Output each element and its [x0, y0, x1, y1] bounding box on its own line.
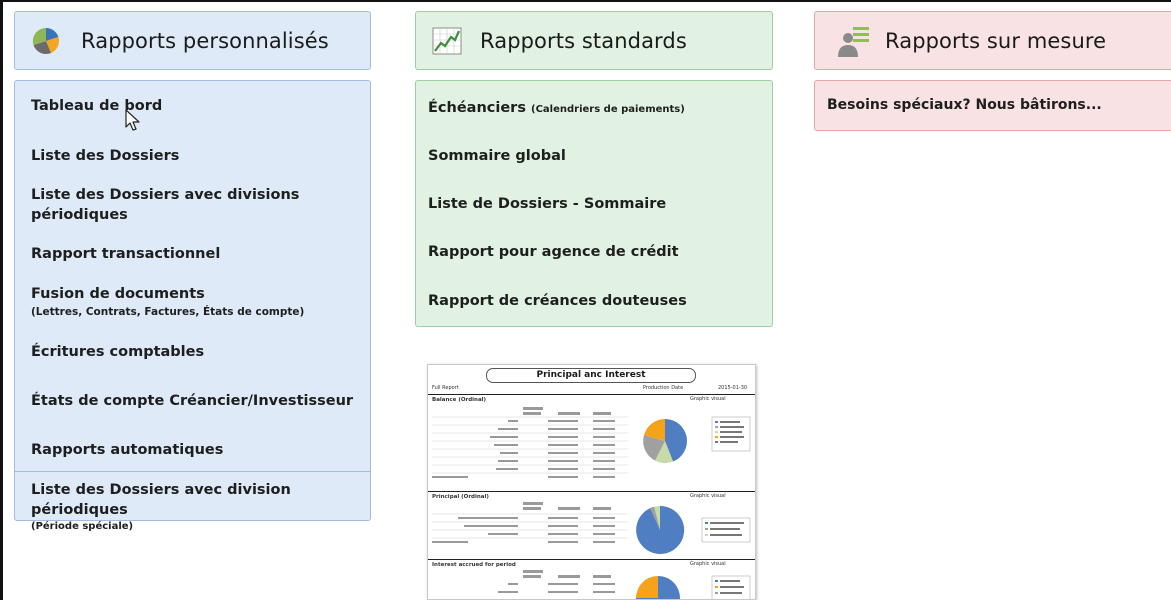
panel-divider: [15, 471, 370, 472]
preview-pie-2: [636, 505, 685, 554]
standard-reports-panel: Échéanciers (Calendriers de paiements) S…: [415, 80, 773, 327]
header-standard-reports[interactable]: Rapports standards: [415, 11, 773, 70]
window-left-border: [0, 0, 3, 600]
header-title: Rapports sur mesure: [885, 28, 1107, 53]
header-title: Rapports personnalisés: [81, 28, 329, 53]
item-label: Besoins spéciaux? Nous bâtirons...: [827, 97, 1102, 113]
item-label: Fusion de documents: [31, 286, 205, 302]
item-label: Écritures comptables: [31, 344, 205, 360]
person-list-icon: [837, 24, 871, 58]
item-label: Échéanciers: [428, 100, 526, 116]
preview-pie-1: [643, 419, 688, 464]
item-label-line2: périodiques: [31, 207, 128, 223]
item-sublabel: (Période spéciale): [31, 521, 134, 532]
bespoke-reports-panel: Besoins spéciaux? Nous bâtirons...: [814, 80, 1171, 131]
report-link-special-needs[interactable]: Besoins spéciaux? Nous bâtirons...: [827, 95, 1102, 115]
preview-section-rule: [428, 491, 755, 492]
line-chart-icon: [430, 24, 464, 58]
preview-production-date: 2015-01-30: [718, 385, 748, 391]
custom-reports-panel: Tableau de bord Liste des Dossiers Liste…: [14, 80, 371, 532]
preview-production-label: Production Date: [643, 385, 684, 391]
item-label: Rapports automatiques: [31, 442, 224, 458]
preview-table-1: [432, 407, 751, 478]
header-title: Rapports standards: [480, 28, 687, 53]
header-bespoke-reports[interactable]: Rapports sur mesure: [814, 11, 1171, 70]
preview-report-label: Full Report: [432, 385, 459, 391]
report-link-credit-agency[interactable]: Rapport pour agence de crédit: [428, 242, 679, 262]
item-sublabel: (Lettres, Contrats, Factures, États de c…: [31, 306, 305, 318]
report-link-global-summary[interactable]: Sommaire global: [428, 146, 566, 166]
preview-title: Principal anc Interest: [486, 368, 696, 383]
item-label: États de compte Créancier/Investisseur: [31, 393, 354, 409]
preview-section-rule: [428, 394, 755, 395]
report-link-special-period[interactable]: Liste des Dossiers avec division périodi…: [31, 480, 370, 534]
preview-graph-label: Graphic visual: [690, 561, 726, 567]
report-link-transactional[interactable]: Rapport transactionnel: [31, 244, 220, 264]
window-top-border: [0, 0, 1171, 2]
report-link-document-merge[interactable]: Fusion de documents (Lettres, Contrats, …: [31, 284, 304, 320]
item-label: Rapport pour agence de crédit: [428, 244, 679, 260]
report-preview-thumbnail[interactable]: Principal anc Interest Full Report Produ…: [427, 364, 756, 600]
report-link-automatic-reports[interactable]: Rapports automatiques: [31, 440, 223, 460]
item-label: Liste de Dossiers - Sommaire: [428, 196, 667, 212]
item-label: Liste des Dossiers avec division périodi…: [31, 482, 291, 518]
item-label: Rapport de créances douteuses: [428, 293, 687, 309]
report-link-schedules[interactable]: Échéanciers (Calendriers de paiements): [428, 98, 685, 120]
preview-graph-label: Graphic visual: [690, 493, 726, 499]
item-label: Sommaire global: [428, 148, 566, 164]
item-sublabel: (Calendriers de paiements): [531, 104, 685, 115]
report-link-doubtful-debts[interactable]: Rapport de créances douteuses: [428, 291, 687, 311]
preview-section-rule: [428, 559, 755, 560]
mouse-pointer-icon: [125, 109, 140, 131]
preview-graph-label: Graphic visual: [690, 396, 726, 402]
report-link-file-list-periodic[interactable]: Liste des Dossiers avec divisions périod…: [31, 185, 299, 225]
item-label: Liste des Dossiers: [31, 148, 180, 164]
report-link-file-summary[interactable]: Liste de Dossiers - Sommaire: [428, 194, 666, 214]
item-label: Rapport transactionnel: [31, 246, 221, 262]
report-link-accounting-entries[interactable]: Écritures comptables: [31, 342, 204, 362]
report-link-file-list[interactable]: Liste des Dossiers: [31, 146, 179, 166]
item-label: Liste des Dossiers avec divisions: [31, 187, 300, 203]
pie-chart-icon: [29, 24, 63, 58]
preview-table-3: [498, 570, 751, 599]
report-link-investor-statements[interactable]: États de compte Créancier/Investisseur: [31, 391, 353, 411]
header-custom-reports[interactable]: Rapports personnalisés: [14, 11, 371, 70]
preview-pie-3: [636, 576, 680, 599]
preview-table-2: [432, 502, 751, 554]
